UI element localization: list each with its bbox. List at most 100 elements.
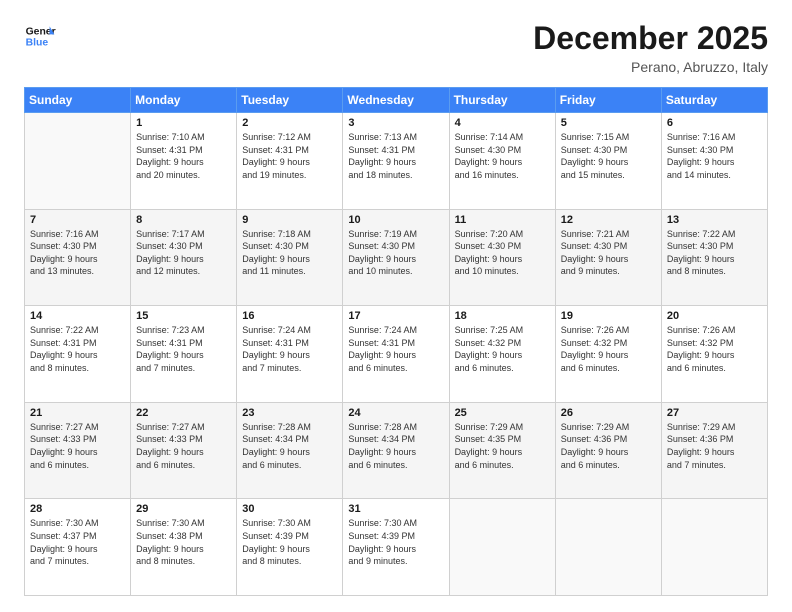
table-row: 27 Sunrise: 7:29 AM Sunset: 4:36 PM Dayli… [661,402,767,499]
table-row: 7Sunrise: 7:16 AM Sunset: 4:30 PM Daylig… [25,209,131,306]
day-number: 4 [455,117,550,129]
day-number: 26 [561,407,656,419]
day-number: 22 [136,407,231,419]
day-number: 12 [561,214,656,226]
day-number: 18 [455,310,550,322]
table-row: 14 Sunrise: 7:22 AM Sunset: 4:31 PM Dayli… [25,306,131,403]
day-number: 11 [455,214,550,226]
table-row: 2 Sunrise: 7:12 AM Sunset: 4:31 PM Daylig… [237,113,343,210]
col-saturday: Saturday [661,88,767,113]
day-info: Sunrise: 7:26 AM Sunset: 4:32 PM Dayligh… [667,324,762,374]
day-number: 2 [242,117,337,129]
table-row: 16 Sunrise: 7:24 AM Sunset: 4:31 PM Dayli… [237,306,343,403]
svg-text:Blue: Blue [26,38,49,49]
day-number: 13 [667,214,762,226]
table-row: 31 Sunrise: 7:30 AM Sunset: 4:39 PM Dayli… [343,499,449,596]
day-number: 31 [348,503,443,515]
table-row: 19Sunrise: 7:26 AM Sunset: 4:32 PM Dayli… [555,306,661,403]
day-info: Sunrise: 7:10 AM Sunset: 4:31 PM Dayligh… [136,131,231,181]
day-info: Sunrise: 7:15 AM Sunset: 4:30 PM Dayligh… [561,131,656,181]
day-number: 16 [242,310,337,322]
day-info: Sunrise: 7:19 AM Sunset: 4:30 PM Dayligh… [348,228,443,278]
day-info: Sunrise: 7:24 AM Sunset: 4:31 PM Dayligh… [242,324,337,374]
table-row: 29 Sunrise: 7:30 AM Sunset: 4:38 PM Dayli… [131,499,237,596]
day-number: 30 [242,503,337,515]
calendar-week-row: 28 Sunrise: 7:30 AM Sunset: 4:37 PM Dayli… [25,499,768,596]
day-info: Sunrise: 7:17 AM Sunset: 4:30 PM Dayligh… [136,228,231,278]
table-row: 3 Sunrise: 7:13 AM Sunset: 4:31 PM Daylig… [343,113,449,210]
day-info: Sunrise: 7:30 AM Sunset: 4:38 PM Dayligh… [136,517,231,567]
day-number: 24 [348,407,443,419]
table-row: 5Sunrise: 7:15 AM Sunset: 4:30 PM Daylig… [555,113,661,210]
table-row [555,499,661,596]
day-info: Sunrise: 7:30 AM Sunset: 4:37 PM Dayligh… [30,517,125,567]
day-info: Sunrise: 7:27 AM Sunset: 4:33 PM Dayligh… [136,421,231,471]
col-wednesday: Wednesday [343,88,449,113]
table-row: 15 Sunrise: 7:23 AM Sunset: 4:31 PM Dayli… [131,306,237,403]
day-info: Sunrise: 7:13 AM Sunset: 4:31 PM Dayligh… [348,131,443,181]
day-number: 8 [136,214,231,226]
day-info: Sunrise: 7:29 AM Sunset: 4:35 PM Dayligh… [455,421,550,471]
day-number: 21 [30,407,125,419]
day-number: 14 [30,310,125,322]
day-info: Sunrise: 7:18 AM Sunset: 4:30 PM Dayligh… [242,228,337,278]
calendar-week-row: 1 Sunrise: 7:10 AM Sunset: 4:31 PM Daylig… [25,113,768,210]
day-number: 29 [136,503,231,515]
table-row: 23Sunrise: 7:28 AM Sunset: 4:34 PM Dayli… [237,402,343,499]
table-row: 8 Sunrise: 7:17 AM Sunset: 4:30 PM Daylig… [131,209,237,306]
table-row: 4 Sunrise: 7:14 AM Sunset: 4:30 PM Daylig… [449,113,555,210]
table-row: 24Sunrise: 7:28 AM Sunset: 4:34 PM Dayli… [343,402,449,499]
day-info: Sunrise: 7:12 AM Sunset: 4:31 PM Dayligh… [242,131,337,181]
calendar-week-row: 14 Sunrise: 7:22 AM Sunset: 4:31 PM Dayli… [25,306,768,403]
day-number: 28 [30,503,125,515]
table-row [25,113,131,210]
table-row: 6Sunrise: 7:16 AM Sunset: 4:30 PM Daylig… [661,113,767,210]
table-row: 21 Sunrise: 7:27 AM Sunset: 4:33 PM Dayli… [25,402,131,499]
day-number: 1 [136,117,231,129]
table-row: 13 Sunrise: 7:22 AM Sunset: 4:30 PM Dayli… [661,209,767,306]
table-row: 20Sunrise: 7:26 AM Sunset: 4:32 PM Dayli… [661,306,767,403]
table-row [449,499,555,596]
day-info: Sunrise: 7:24 AM Sunset: 4:31 PM Dayligh… [348,324,443,374]
day-number: 6 [667,117,762,129]
table-row: 30 Sunrise: 7:30 AM Sunset: 4:39 PM Dayli… [237,499,343,596]
day-info: Sunrise: 7:21 AM Sunset: 4:30 PM Dayligh… [561,228,656,278]
calendar: Sunday Monday Tuesday Wednesday Thursday… [24,87,768,596]
day-info: Sunrise: 7:29 AM Sunset: 4:36 PM Dayligh… [667,421,762,471]
day-info: Sunrise: 7:30 AM Sunset: 4:39 PM Dayligh… [348,517,443,567]
col-sunday: Sunday [25,88,131,113]
day-info: Sunrise: 7:22 AM Sunset: 4:31 PM Dayligh… [30,324,125,374]
day-info: Sunrise: 7:27 AM Sunset: 4:33 PM Dayligh… [30,421,125,471]
day-info: Sunrise: 7:14 AM Sunset: 4:30 PM Dayligh… [455,131,550,181]
col-thursday: Thursday [449,88,555,113]
page: General Blue December 2025 Perano, Abruz… [0,0,792,612]
day-number: 27 [667,407,762,419]
day-number: 23 [242,407,337,419]
day-number: 10 [348,214,443,226]
table-row: 17 Sunrise: 7:24 AM Sunset: 4:31 PM Dayli… [343,306,449,403]
calendar-week-row: 21 Sunrise: 7:27 AM Sunset: 4:33 PM Dayli… [25,402,768,499]
logo: General Blue [24,20,56,52]
day-number: 7 [30,214,125,226]
location: Perano, Abruzzo, Italy [533,59,768,75]
table-row: 26Sunrise: 7:29 AM Sunset: 4:36 PM Dayli… [555,402,661,499]
table-row: 22 Sunrise: 7:27 AM Sunset: 4:33 PM Dayli… [131,402,237,499]
day-number: 3 [348,117,443,129]
table-row: 9 Sunrise: 7:18 AM Sunset: 4:30 PM Daylig… [237,209,343,306]
day-number: 9 [242,214,337,226]
col-monday: Monday [131,88,237,113]
day-info: Sunrise: 7:22 AM Sunset: 4:30 PM Dayligh… [667,228,762,278]
day-info: Sunrise: 7:30 AM Sunset: 4:39 PM Dayligh… [242,517,337,567]
calendar-week-row: 7Sunrise: 7:16 AM Sunset: 4:30 PM Daylig… [25,209,768,306]
header: General Blue December 2025 Perano, Abruz… [24,20,768,75]
month-title: December 2025 [533,20,768,57]
day-info: Sunrise: 7:23 AM Sunset: 4:31 PM Dayligh… [136,324,231,374]
table-row: 12 Sunrise: 7:21 AM Sunset: 4:30 PM Dayli… [555,209,661,306]
table-row: 10 Sunrise: 7:19 AM Sunset: 4:30 PM Dayli… [343,209,449,306]
logo-icon: General Blue [24,20,56,52]
table-row: 18 Sunrise: 7:25 AM Sunset: 4:32 PM Dayli… [449,306,555,403]
day-number: 15 [136,310,231,322]
day-number: 17 [348,310,443,322]
day-info: Sunrise: 7:25 AM Sunset: 4:32 PM Dayligh… [455,324,550,374]
day-info: Sunrise: 7:20 AM Sunset: 4:30 PM Dayligh… [455,228,550,278]
